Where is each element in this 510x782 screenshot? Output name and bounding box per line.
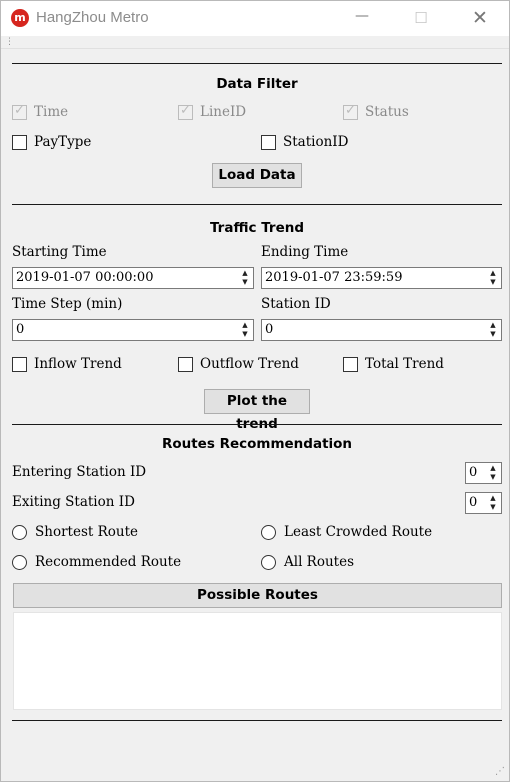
outflow-trend-label: Outflow Trend [200,356,299,372]
spin-down-icon[interactable]: ▼ [238,278,252,287]
status-checkbox-label: Status [365,104,409,120]
paytype-checkbox-label: PayType [34,134,92,150]
all-routes-radio[interactable] [261,555,276,570]
outflow-trend-checkbox[interactable] [178,357,193,372]
inflow-trend-checkbox[interactable] [12,357,27,372]
starting-time-input[interactable]: 2019-01-07 00:00:00 ▲ ▼ [12,267,254,289]
time-checkbox[interactable]: ✓ [12,103,27,120]
lineid-checkbox[interactable]: ✓ [178,103,193,120]
stationid-checkbox[interactable] [261,135,276,150]
time-checkbox-label: Time [34,104,69,120]
resize-grip-icon[interactable]: ⋰ [495,766,505,777]
ending-time-input[interactable]: 2019-01-07 23:59:59 ▲ ▼ [261,267,502,289]
data-filter-title: Data Filter [216,76,298,92]
spin-up-icon[interactable]: ▲ [486,321,500,330]
station-id-label: Station ID [261,296,331,312]
toolbar-strip: ⋮ [1,36,509,49]
load-data-button[interactable]: Load Data [212,163,302,188]
exiting-station-value: 0 [469,495,478,510]
spin-up-icon[interactable]: ▲ [238,269,252,278]
time-step-input[interactable]: 0 ▲ ▼ [12,319,254,341]
status-checkbox[interactable]: ✓ [343,103,358,120]
recommended-route-label: Recommended Route [35,554,182,570]
exiting-station-spinner[interactable]: ▲ ▼ [486,494,500,512]
divider [12,720,502,721]
all-routes-label: All Routes [284,554,355,570]
ending-time-value: 2019-01-07 23:59:59 [265,270,403,285]
time-step-spinner[interactable]: ▲ ▼ [238,321,252,339]
least-crowded-route-label: Least Crowded Route [284,524,433,540]
ending-time-label: Ending Time [261,244,349,260]
traffic-trend-title: Traffic Trend [209,220,305,236]
entering-station-spinner[interactable]: ▲ ▼ [486,464,500,482]
paytype-checkbox[interactable] [12,135,27,150]
shortest-route-radio[interactable] [12,525,27,540]
spin-down-icon[interactable]: ▼ [486,503,500,512]
station-id-spinner[interactable]: ▲ ▼ [486,321,500,339]
station-id-value: 0 [265,322,274,337]
toolbar-grip-icon[interactable]: ⋮ [5,36,14,48]
spin-up-icon[interactable]: ▲ [486,494,500,503]
spin-down-icon[interactable]: ▼ [486,330,500,339]
entering-station-input[interactable]: 0 ▲ ▼ [465,462,502,484]
shortest-route-label: Shortest Route [35,524,138,540]
divider [12,204,502,205]
check-icon: ✓ [180,103,191,118]
entering-station-label: Entering Station ID [12,464,147,480]
check-icon: ✓ [14,103,25,118]
ending-time-spinner[interactable]: ▲ ▼ [486,269,500,287]
spin-down-icon[interactable]: ▼ [238,330,252,339]
starting-time-label: Starting Time [12,244,107,260]
recommended-route-radio[interactable] [12,555,27,570]
entering-station-value: 0 [469,465,478,480]
possible-routes-header[interactable]: Possible Routes [13,583,502,608]
possible-routes-list[interactable] [13,612,502,710]
spin-up-icon[interactable]: ▲ [486,464,500,473]
inflow-trend-label: Inflow Trend [34,356,122,372]
divider [12,424,502,425]
routes-recommendation-title: Routes Recommendation [161,436,353,452]
maximize-button[interactable]: ☐ [392,1,450,36]
starting-time-value: 2019-01-07 00:00:00 [16,270,154,285]
least-crowded-route-radio[interactable] [261,525,276,540]
spin-up-icon[interactable]: ▲ [486,269,500,278]
starting-time-spinner[interactable]: ▲ ▼ [238,269,252,287]
main-window: m HangZhou Metro — ☐ ✕ ⋮ Data Filter ✓ T… [0,0,510,782]
exiting-station-label: Exiting Station ID [12,494,135,510]
time-step-label: Time Step (min) [12,296,123,312]
metro-logo-icon: m [11,9,29,27]
time-step-value: 0 [16,322,25,337]
divider [12,63,502,64]
spin-up-icon[interactable]: ▲ [238,321,252,330]
title-bar[interactable]: m HangZhou Metro — ☐ ✕ [1,1,509,36]
total-trend-checkbox[interactable] [343,357,358,372]
spin-down-icon[interactable]: ▼ [486,278,500,287]
lineid-checkbox-label: LineID [200,104,247,120]
total-trend-label: Total Trend [365,356,444,372]
close-button[interactable]: ✕ [451,1,509,36]
window-title: HangZhou Metro [36,9,149,26]
station-id-input[interactable]: 0 ▲ ▼ [261,319,502,341]
plot-trend-button[interactable]: Plot the trend [204,389,310,432]
check-icon: ✓ [345,103,356,118]
minimize-button[interactable]: — [333,1,391,36]
spin-down-icon[interactable]: ▼ [486,473,500,482]
stationid-checkbox-label: StationID [283,134,349,150]
exiting-station-input[interactable]: 0 ▲ ▼ [465,492,502,514]
